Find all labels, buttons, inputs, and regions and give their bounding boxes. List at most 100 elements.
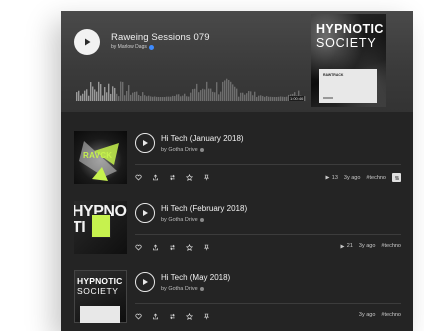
waveform-bar bbox=[126, 90, 128, 101]
repost-icon[interactable] bbox=[169, 174, 176, 181]
waveform-bar bbox=[100, 84, 102, 101]
waveform-bar bbox=[234, 86, 236, 101]
track-artist-row[interactable]: by Gotha Drive bbox=[161, 147, 205, 153]
waveform-bar bbox=[222, 81, 224, 101]
cover-card-label: RAWTRACK bbox=[323, 73, 344, 77]
waveform-bar bbox=[154, 96, 156, 101]
featured-artist[interactable]: by Marlow Dags bbox=[111, 44, 154, 50]
repost-icon[interactable] bbox=[169, 244, 176, 251]
waveform-bar bbox=[82, 93, 84, 101]
track-artist[interactable]: by Gotha Drive bbox=[161, 147, 198, 153]
upload-age: 3y ago bbox=[358, 312, 376, 318]
play-count-value: 21 bbox=[346, 243, 353, 249]
track-title[interactable]: Hi Tech (February 2018) bbox=[161, 204, 247, 213]
heart-icon[interactable] bbox=[135, 174, 142, 181]
waveform-bar bbox=[194, 88, 196, 101]
waveform-bar bbox=[102, 95, 104, 101]
heart-icon[interactable] bbox=[135, 313, 142, 320]
waveform-bar bbox=[180, 96, 182, 101]
more-button[interactable] bbox=[392, 173, 401, 182]
genre-tag[interactable]: #techno bbox=[381, 312, 401, 318]
featured-artist-name[interactable]: by Marlow Dags bbox=[111, 44, 147, 50]
repost-icon[interactable] bbox=[169, 313, 176, 320]
waveform-bar bbox=[220, 91, 222, 101]
waveform-bar bbox=[190, 92, 192, 101]
waveform-bar bbox=[80, 95, 82, 101]
waveform-bar bbox=[260, 95, 262, 101]
waveform-bar bbox=[116, 93, 118, 101]
waveform-bar bbox=[130, 94, 132, 101]
track-item: RAVCK Hi Tech (January 2018) by Gotha Dr… bbox=[61, 131, 413, 201]
waveform-bar bbox=[196, 83, 198, 101]
waveform-bar bbox=[158, 96, 160, 101]
cover-card: RAWTRACK bbox=[319, 69, 377, 103]
track-artwork[interactable]: HYPNOTIC SOCIETY bbox=[74, 270, 127, 323]
track-artist[interactable]: by Gotha Drive bbox=[161, 217, 198, 223]
waveform-bar bbox=[120, 81, 122, 101]
waveform-bar bbox=[78, 90, 80, 101]
waveform-bar bbox=[172, 95, 174, 101]
genre-tag[interactable]: #techno bbox=[366, 175, 386, 181]
waveform-bar bbox=[236, 88, 238, 101]
track-divider bbox=[135, 164, 401, 165]
featured-cover-art: HYPNOTIC SOCIETY RAWTRACK bbox=[311, 14, 386, 107]
waveform-bar bbox=[122, 81, 124, 101]
more-icon bbox=[394, 176, 399, 179]
featured-play-button[interactable] bbox=[74, 29, 100, 55]
pin-icon[interactable] bbox=[203, 244, 210, 251]
star-icon[interactable] bbox=[186, 244, 193, 251]
track-artwork[interactable]: HYPNOTI bbox=[74, 201, 127, 254]
play-icon bbox=[85, 38, 91, 46]
track-duration: 1:00:46 bbox=[289, 96, 305, 101]
waveform-bar bbox=[164, 96, 166, 101]
featured-track: Raweing Sessions 079 by Marlow Dags 1:00… bbox=[61, 11, 413, 112]
waveform-bar bbox=[258, 95, 260, 101]
pin-icon[interactable] bbox=[203, 313, 210, 320]
share-icon[interactable] bbox=[152, 313, 159, 320]
waveform-bar bbox=[286, 96, 288, 101]
play-count-icon bbox=[340, 244, 345, 248]
waveform-bar bbox=[204, 89, 206, 101]
waveform-bar bbox=[218, 94, 220, 101]
waveform-bar bbox=[138, 95, 140, 101]
track-play-button[interactable] bbox=[135, 133, 155, 153]
waveform-bar bbox=[84, 90, 86, 101]
track-artist[interactable]: by Gotha Drive bbox=[161, 286, 198, 292]
pin-icon[interactable] bbox=[203, 174, 210, 181]
waveform-bar bbox=[114, 87, 116, 101]
play-count: 21 bbox=[340, 243, 353, 249]
artwork-text-line1: HYPNOTIC bbox=[77, 276, 123, 286]
star-icon[interactable] bbox=[186, 313, 193, 320]
waveform-bar bbox=[212, 91, 214, 101]
waveform-bar bbox=[110, 93, 112, 101]
waveform[interactable] bbox=[76, 73, 306, 101]
waveform-bar bbox=[202, 88, 204, 101]
waveform-bar bbox=[108, 83, 110, 101]
waveform-bar bbox=[192, 89, 194, 101]
cover-title-line2: SOCIETY bbox=[316, 36, 377, 50]
share-icon[interactable] bbox=[152, 244, 159, 251]
track-artist-row[interactable]: by Gotha Drive bbox=[161, 286, 205, 292]
cover-card-line bbox=[323, 97, 333, 99]
track-play-button[interactable] bbox=[135, 272, 155, 292]
track-meta: 21 3y ago #techno bbox=[340, 243, 401, 249]
track-artwork[interactable]: RAVCK bbox=[74, 131, 127, 184]
waveform-bar bbox=[278, 96, 280, 101]
share-icon[interactable] bbox=[152, 174, 159, 181]
track-play-button[interactable] bbox=[135, 203, 155, 223]
track-item: HYPNOTIC SOCIETY Hi Tech (May 2018) by G… bbox=[61, 270, 413, 331]
waveform-bar bbox=[280, 96, 282, 101]
star-icon[interactable] bbox=[186, 174, 193, 181]
genre-tag[interactable]: #techno bbox=[381, 243, 401, 249]
waveform-bar bbox=[206, 81, 208, 101]
track-title[interactable]: Hi Tech (January 2018) bbox=[161, 134, 244, 143]
track-artist-row[interactable]: by Gotha Drive bbox=[161, 217, 205, 223]
heart-icon[interactable] bbox=[135, 244, 142, 251]
waveform-bar bbox=[170, 96, 172, 101]
play-count-icon bbox=[325, 175, 330, 180]
verified-icon bbox=[199, 286, 205, 292]
waveform-bar bbox=[90, 82, 92, 101]
track-item: HYPNOTI Hi Tech (February 2018) by Gotha… bbox=[61, 201, 413, 271]
featured-title[interactable]: Raweing Sessions 079 bbox=[111, 32, 210, 43]
track-title[interactable]: Hi Tech (May 2018) bbox=[161, 273, 230, 282]
